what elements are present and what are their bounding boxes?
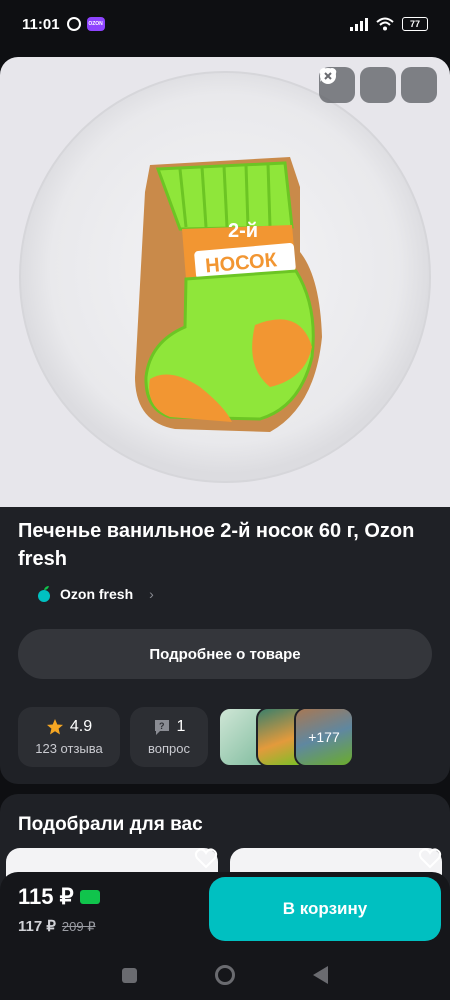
price: 115 ₽	[18, 884, 100, 910]
brand-name: Ozon fresh	[60, 586, 134, 602]
brand-link[interactable]: Ozon fresh ›	[36, 585, 154, 603]
wifi-icon	[376, 17, 394, 31]
svg-text:?: ?	[159, 721, 165, 731]
close-icon	[320, 68, 336, 84]
price-without-card: 117 ₽	[18, 918, 56, 935]
status-bar: 11:01 OZON 77	[0, 0, 450, 48]
product-card: 2-й НОСОК Печенье ванильное 2-й носок 60…	[0, 57, 450, 784]
ozon-fresh-logo-icon	[38, 586, 50, 602]
heart-icon[interactable]	[194, 846, 218, 870]
chevron-right-icon: ›	[149, 586, 154, 602]
ozon-card-icon	[79, 890, 100, 904]
back-button[interactable]	[313, 966, 328, 984]
signal-icon	[350, 17, 368, 31]
reviews-count: 123 отзыва	[35, 741, 103, 756]
questions-label: вопрос	[148, 741, 190, 756]
status-time: 11:01	[22, 15, 60, 33]
questions-count: 1	[176, 718, 186, 735]
cookie-text-1: 2-й	[228, 220, 258, 242]
review-photo-more[interactable]: +177	[294, 707, 354, 767]
ozon-notification-icon: OZON	[86, 17, 105, 31]
product-photo: 2-й НОСОК	[19, 71, 431, 483]
recommendations-title: Подобрали для вас	[18, 814, 203, 835]
recents-button[interactable]	[122, 967, 137, 983]
rating-value: 4.9	[69, 718, 93, 735]
details-button[interactable]: Подробнее о товаре	[18, 629, 432, 679]
home-button[interactable]	[215, 965, 235, 985]
share-button[interactable]	[320, 67, 396, 103]
star-icon	[46, 719, 63, 735]
close-button[interactable]	[320, 67, 437, 103]
price-value: 115 ₽	[18, 884, 74, 909]
alarm-icon	[66, 17, 81, 31]
system-nav-bar	[0, 950, 450, 1000]
heart-icon[interactable]	[418, 846, 442, 870]
question-icon: ?	[154, 720, 169, 735]
product-title: Печенье ванильное 2-й носок 60 г, Ozon f…	[18, 520, 415, 570]
add-to-cart-button[interactable]: В корзину	[209, 877, 441, 941]
product-image[interactable]: 2-й НОСОК	[0, 57, 450, 507]
old-price: 209 ₽	[61, 919, 96, 934]
battery-icon: 77	[402, 17, 428, 31]
rating-block[interactable]: 4.9 123 отзыва	[18, 707, 120, 767]
review-photos[interactable]: +177	[218, 707, 358, 767]
questions-block[interactable]: ? 1 вопрос	[130, 707, 208, 767]
photos-more-count: +177	[296, 709, 352, 765]
